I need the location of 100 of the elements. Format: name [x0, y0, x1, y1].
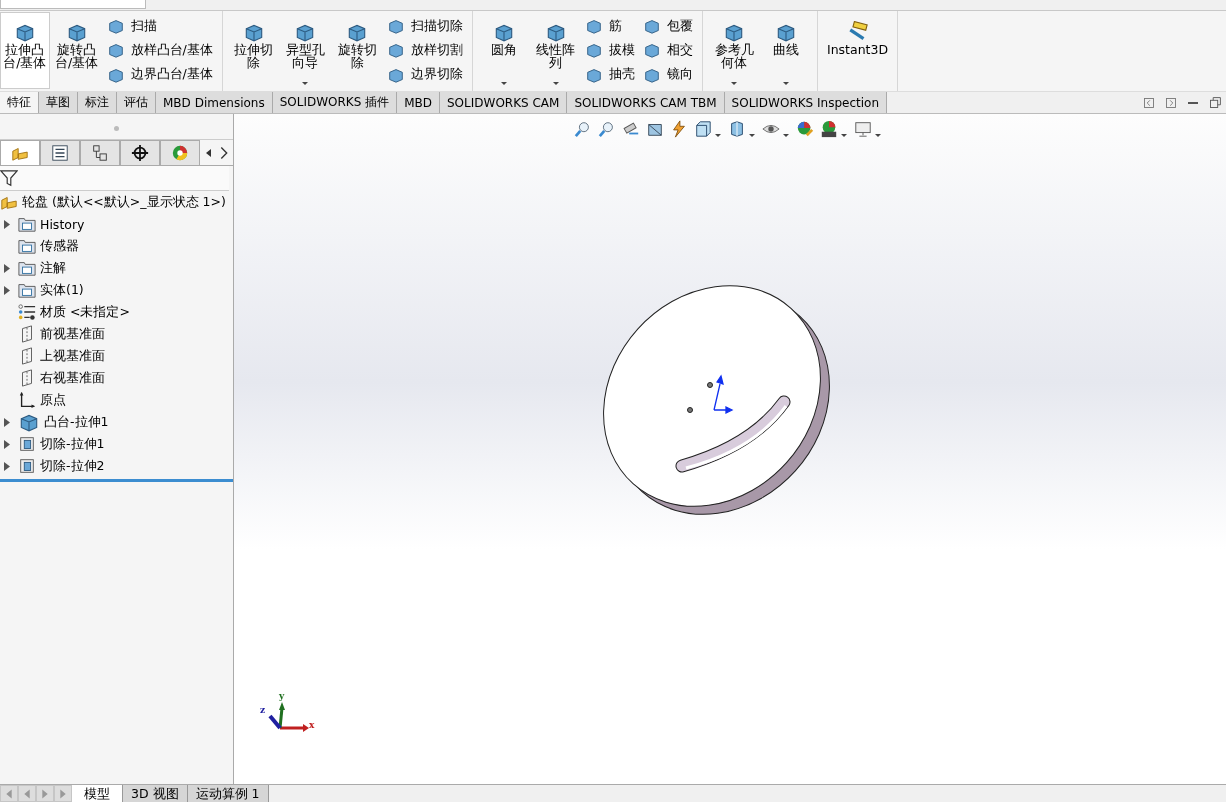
ribbon-button[interactable]: 抽壳 [582, 64, 639, 85]
view-tool[interactable] [820, 120, 848, 138]
tree-item[interactable]: 切除-拉伸1 [0, 433, 233, 455]
configuration-label: (默认<<默认>_显示状态 1>) [52, 193, 226, 211]
caret-icon [551, 81, 560, 86]
cube-icon [694, 120, 712, 138]
tree-item[interactable]: 注解 [0, 257, 233, 279]
tree-item[interactable]: 切除-拉伸2 [0, 455, 233, 477]
sheet-tab[interactable]: 运动算例 1 [187, 785, 269, 802]
tree-label: History [40, 216, 85, 232]
view-tool[interactable] [670, 120, 688, 138]
command-tab[interactable]: 评估 [117, 92, 156, 113]
cut-box-icon [18, 435, 36, 453]
caret-left-icon [206, 148, 211, 157]
caret-icon [730, 81, 739, 86]
view-tool[interactable] [796, 120, 814, 138]
view-tool[interactable] [854, 120, 882, 138]
ribbon-button[interactable]: 放样凸台/基体 [103, 40, 216, 61]
color-ball-icon [820, 120, 838, 138]
lightning-icon [670, 120, 688, 138]
ribbon-button[interactable]: 线性阵列 [530, 12, 581, 89]
crosshair-icon [131, 144, 149, 162]
tree-item[interactable]: 实体(1) [0, 279, 233, 301]
ribbon-button[interactable]: 旋转切除 [332, 12, 382, 89]
ribbon-button[interactable]: 相交 [640, 40, 697, 61]
tree-label: 切除-拉伸2 [40, 457, 105, 475]
ribbon-button[interactable]: 参考几何体 [709, 12, 760, 89]
command-tab[interactable]: SOLIDWORKS CAM [440, 92, 568, 113]
tree-item[interactable]: 原点 [0, 389, 233, 411]
config-tree-icon [91, 144, 109, 162]
command-tab[interactable]: 特征 [0, 92, 39, 113]
triad-drawing [268, 702, 309, 732]
ribbon-button[interactable]: 异型孔向导 [280, 12, 331, 89]
folder-icon [18, 259, 36, 277]
ribbon-button[interactable]: 放样切割 [383, 40, 466, 61]
color-ball-icon [171, 144, 189, 162]
tree-label: 原点 [40, 391, 66, 409]
view-tool[interactable] [728, 120, 756, 138]
tree-item[interactable]: 材质 <未指定> [0, 301, 233, 323]
ribbon-button[interactable]: 拉伸切除 [228, 12, 279, 89]
axis-label: x [309, 720, 315, 730]
caret-icon [782, 81, 791, 86]
part-name: 轮盘 [22, 193, 48, 211]
command-tab[interactable]: SOLIDWORKS 插件 [272, 92, 398, 113]
caret-icon [782, 133, 790, 138]
tree-label: 上视基准面 [40, 347, 105, 365]
ribbon-button[interactable]: 筋 [582, 16, 639, 37]
handle-icon [114, 125, 119, 131]
search-icon [574, 120, 592, 138]
command-tab[interactable]: 标注 [78, 92, 117, 113]
tree-label: 右视基准面 [40, 369, 105, 387]
color-ball-icon [796, 120, 814, 138]
ribbon-button[interactable]: 曲线 [761, 12, 811, 89]
tree-item[interactable]: 上视基准面 [0, 345, 233, 367]
caret-icon [301, 81, 310, 86]
tree-label: 实体(1) [40, 281, 84, 299]
ribbon-button[interactable]: 圆角 [478, 12, 529, 89]
ribbon-button[interactable]: 边界凸台/基体 [103, 64, 216, 85]
ribbon-button[interactable]: Instant3D [823, 12, 892, 89]
tree-label: 材质 <未指定> [40, 303, 130, 321]
ribbon-button[interactable]: 扫描 [103, 16, 216, 37]
command-tab[interactable]: MBD [397, 92, 440, 113]
ribbon-button[interactable]: 拉伸凸台/基体 [0, 12, 50, 89]
tree-item[interactable]: 传感器 [0, 235, 233, 257]
tree-label: 传感器 [40, 237, 79, 255]
caret-icon [874, 133, 882, 138]
folder-icon [18, 215, 36, 233]
caret-icon [748, 133, 756, 138]
tree-item[interactable]: 凸台-拉伸1 [0, 411, 233, 433]
command-tab[interactable]: SOLIDWORKS CAM TBM [567, 92, 725, 113]
sheet-tab[interactable]: 3D 视图 [123, 785, 188, 802]
ribbon-button[interactable]: 包覆 [640, 16, 697, 37]
view-tool[interactable] [694, 120, 722, 138]
ribbon-button[interactable]: 扫描切除 [383, 16, 466, 37]
axis-label: z [260, 705, 266, 715]
tree-label: 凸台-拉伸1 [44, 413, 109, 431]
tree-item[interactable]: 前视基准面 [0, 323, 233, 345]
cut-box-icon [18, 457, 36, 475]
tree-item[interactable]: History [0, 213, 233, 235]
ribbon-button[interactable]: 镜向 [640, 64, 697, 85]
command-tab[interactable]: 草图 [39, 92, 78, 113]
ribbon-button[interactable]: 旋转凸台/基体 [51, 12, 102, 89]
tree-item[interactable]: 右视基准面 [0, 367, 233, 389]
command-tab[interactable]: MBD Dimensions [156, 92, 273, 113]
folder-icon [18, 281, 36, 299]
axes-icon [18, 391, 36, 409]
ribbon-button[interactable]: 边界切除 [383, 64, 466, 85]
command-tab[interactable]: SOLIDWORKS Inspection [724, 92, 888, 113]
ribbon-button[interactable]: 拔模 [582, 40, 639, 61]
axis-label: y [279, 691, 285, 701]
sheet-tab[interactable]: 模型 [72, 785, 123, 802]
tree-item[interactable]: 轮盘 (默认<<默认>_显示状态 1>) [0, 191, 233, 213]
caret-icon [840, 133, 848, 138]
tree-label: 注解 [40, 259, 66, 277]
scroll-left-button[interactable] [206, 148, 211, 157]
tree-label: 切除-拉伸1 [40, 435, 105, 453]
panel-tab[interactable] [120, 140, 160, 165]
list-icon [51, 144, 69, 162]
search-icon [598, 120, 616, 138]
folder-icon [18, 237, 36, 255]
